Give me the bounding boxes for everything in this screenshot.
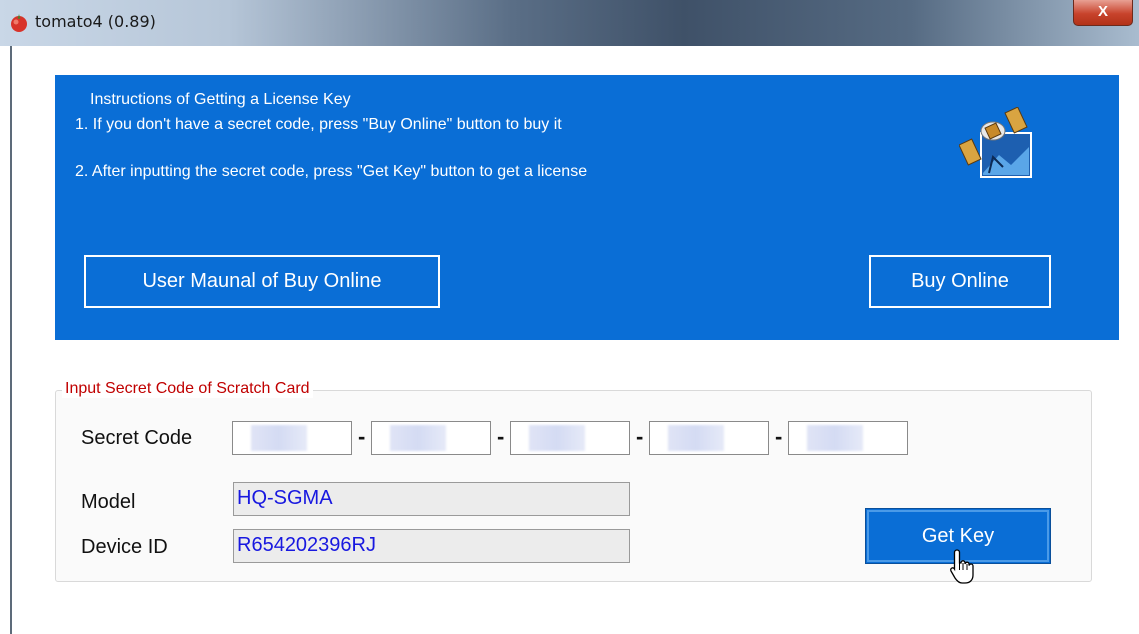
secret-code-field-4[interactable] — [649, 421, 769, 455]
satellite-icon — [959, 107, 1032, 178]
instruction-step-2: 2. After inputting the secret code, pres… — [75, 163, 588, 180]
secret-code-label: Secret Code — [81, 427, 193, 449]
code-separator: - — [636, 424, 644, 449]
redacted-value — [668, 425, 724, 451]
redacted-value — [529, 425, 585, 451]
model-field: HQ-SGMA — [233, 482, 630, 516]
redacted-value — [251, 425, 307, 451]
close-button[interactable]: X — [1073, 0, 1133, 26]
redacted-value — [390, 425, 446, 451]
secret-code-field-5[interactable] — [788, 421, 908, 455]
user-manual-button[interactable]: User Maunal of Buy Online — [84, 255, 440, 308]
buy-online-button[interactable]: Buy Online — [869, 255, 1051, 308]
secret-code-field-1[interactable] — [232, 421, 352, 455]
model-label: Model — [81, 491, 136, 513]
device-id-label: Device ID — [81, 536, 168, 558]
instructions-panel: Instructions of Getting a License Key 1.… — [55, 75, 1119, 340]
title-bar: tomato4 (0.89) X — [0, 0, 1139, 46]
tomato-icon — [11, 14, 27, 32]
secret-code-field-2[interactable] — [371, 421, 491, 455]
close-icon: X — [1097, 3, 1108, 20]
hand-cursor-icon — [950, 549, 974, 584]
instruction-step-1: 1. If you don't have a secret code, pres… — [75, 116, 562, 133]
instructions-title: Instructions of Getting a License Key — [90, 91, 351, 108]
group-title: Input Secret Code of Scratch Card — [62, 380, 313, 398]
code-separator: - — [497, 424, 505, 449]
secret-code-field-3[interactable] — [510, 421, 630, 455]
window-title: tomato4 (0.89) — [35, 12, 156, 31]
code-separator: - — [358, 424, 366, 449]
redacted-value — [807, 425, 863, 451]
device-id-field: R654202396RJ — [233, 529, 630, 563]
code-separator: - — [775, 424, 783, 449]
